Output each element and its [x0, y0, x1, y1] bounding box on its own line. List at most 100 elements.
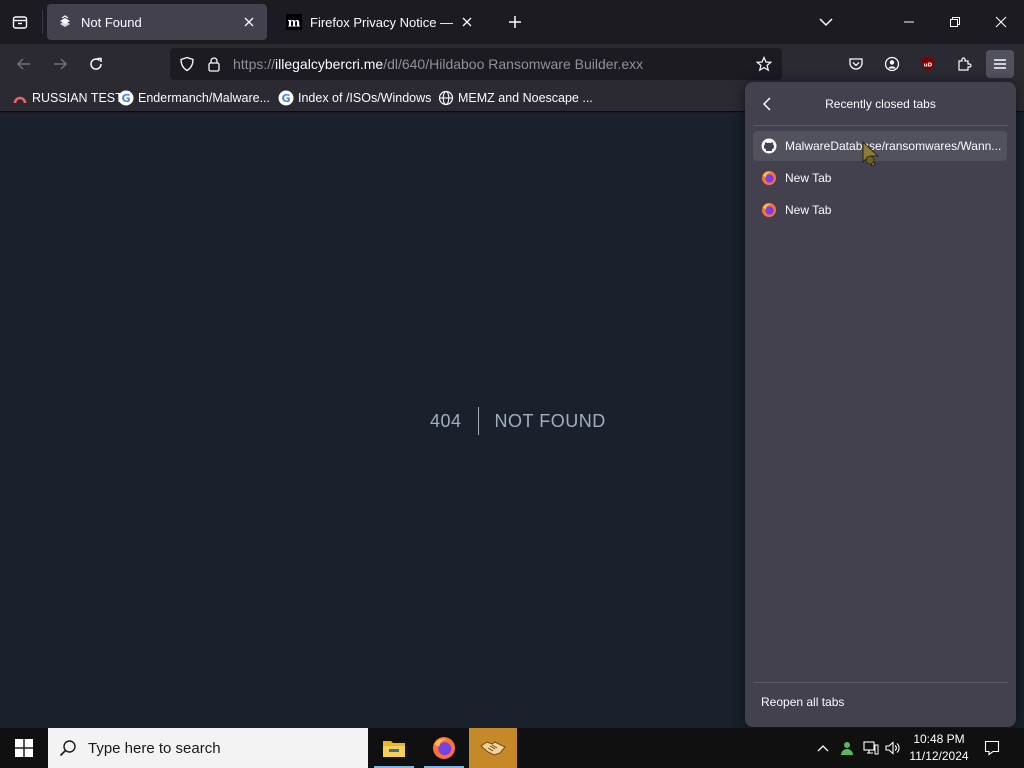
taskbar-search[interactable]: Type here to search [48, 728, 368, 768]
svg-text:uD: uD [924, 63, 933, 69]
close-tab-button[interactable] [241, 14, 257, 30]
error-code: 404 [430, 407, 479, 435]
clock-date: 11/12/2024 [909, 749, 969, 763]
tab-strip: Not Found m Firefox Privacy Notice — Moz… [0, 0, 1024, 44]
restore-button[interactable] [932, 0, 978, 44]
action-center-button[interactable] [980, 728, 1004, 768]
laptop-stack-icon [57, 14, 73, 30]
search-icon [58, 738, 78, 758]
google-icon: G [278, 90, 294, 106]
globe-icon [438, 90, 454, 106]
firefox-icon [761, 170, 777, 186]
bookmark-label: Index of /ISOs/Windows [298, 91, 432, 105]
arc-icon [12, 90, 28, 106]
tray-user-icon-button[interactable] [836, 728, 858, 768]
minimize-button[interactable] [886, 0, 932, 44]
close-icon [463, 17, 472, 27]
chevron-up-icon [817, 745, 829, 752]
screen: Not Found m Firefox Privacy Notice — Moz… [0, 0, 1024, 768]
recently-closed-tabs-panel: Recently closed tabs MalwareDatabase/ran… [745, 82, 1016, 727]
list-all-tabs-button[interactable] [812, 8, 840, 36]
bookmark-label: MEMZ and Noescape ... [458, 91, 593, 105]
bookmark-item[interactable]: G Endermanch/Malware... [118, 89, 270, 107]
svg-text:G: G [121, 92, 130, 105]
bookmark-label: Endermanch/Malware... [138, 91, 271, 105]
extensions-button[interactable] [950, 50, 978, 78]
network-button[interactable] [860, 728, 882, 768]
bookmark-item[interactable]: RUSSIAN TEST [12, 89, 123, 107]
close-icon [244, 17, 254, 27]
svg-text:m: m [288, 16, 301, 30]
star-icon[interactable] [756, 56, 772, 72]
new-tab-button[interactable] [502, 8, 528, 36]
tab-title: Not Found [81, 14, 142, 30]
svg-text:G: G [281, 92, 290, 105]
close-tab-button[interactable] [461, 14, 474, 30]
arrow-right-icon [54, 58, 68, 70]
chevron-down-icon [819, 18, 833, 27]
firefox-view-button[interactable] [6, 8, 34, 36]
taskbar-clock[interactable]: 10:48 PM 11/12/2024 [904, 731, 974, 765]
google-icon: G [118, 90, 134, 106]
url-text[interactable]: https://illegalcybercri.me/dl/640/Hildab… [233, 56, 643, 72]
minimize-icon [904, 21, 914, 23]
url-prefix: https:// [233, 56, 276, 72]
tab-privacy-notice[interactable]: m Firefox Privacy Notice — Mozill [276, 4, 484, 40]
recently-closed-item-label: New Tab [785, 203, 832, 217]
recently-closed-item[interactable]: New Tab [753, 195, 1007, 225]
mouse-cursor-icon [862, 140, 880, 167]
bookmark-item[interactable]: MEMZ and Noescape ... [438, 89, 593, 107]
pocket-icon [849, 58, 863, 70]
taskbar-handshake-app[interactable] [469, 728, 517, 768]
ublock-origin-icon: uD [921, 57, 935, 71]
address-bar[interactable]: https://illegalcybercri.me/dl/640/Hildab… [170, 48, 782, 80]
lock-icon[interactable] [206, 56, 222, 72]
account-button[interactable] [878, 50, 906, 78]
pocket-button[interactable] [842, 50, 870, 78]
reload-button[interactable] [82, 50, 110, 78]
github-icon [761, 138, 777, 154]
bookmark-item[interactable]: G Index of /ISOs/Windows [278, 89, 431, 107]
mozilla-m-icon: m [286, 14, 302, 30]
panel-separator [753, 682, 1008, 683]
app-menu-button[interactable] [986, 50, 1014, 78]
arrow-left-icon [16, 58, 30, 70]
folder-icon [383, 741, 405, 757]
tab-not-found[interactable]: Not Found [47, 4, 267, 40]
taskbar-firefox[interactable] [420, 728, 468, 768]
error-message: NOT FOUND [494, 410, 606, 431]
show-hidden-icons-button[interactable] [812, 728, 834, 768]
recently-closed-item-label: MalwareDatabase/ransomwares/Wann... [785, 139, 1002, 153]
tab-title: Firefox Privacy Notice — Mozill [310, 14, 457, 30]
bookmark-label: RUSSIAN TEST [32, 91, 123, 105]
hamburger-menu-icon [994, 59, 1006, 69]
windows-taskbar: Type here to search 10:48 PM 11/12/2024 [0, 728, 1024, 768]
url-host: illegalcybercri.me [275, 56, 384, 72]
taskbar-file-explorer[interactable] [370, 728, 418, 768]
tabstrip-divider [42, 10, 43, 34]
shield-icon[interactable] [179, 56, 195, 72]
network-icon [863, 741, 879, 755]
reload-icon [90, 57, 102, 70]
volume-button[interactable] [882, 728, 904, 768]
navigation-toolbar: https://illegalcybercri.me/dl/640/Hildab… [0, 44, 1024, 84]
window-close-button[interactable] [978, 0, 1024, 44]
start-button[interactable] [0, 728, 48, 768]
clock-time: 10:48 PM [913, 732, 965, 746]
panel-separator [753, 125, 1008, 126]
reopen-all-tabs-button[interactable]: Reopen all tabs [753, 687, 1007, 717]
search-placeholder: Type here to search [88, 739, 221, 757]
ublock-origin-button[interactable]: uD [914, 50, 942, 78]
firefox-icon [433, 737, 455, 759]
not-found-message: 404 NOT FOUND [430, 407, 606, 435]
notification-icon [984, 740, 1000, 756]
puzzle-icon [958, 57, 972, 71]
firefox-view-icon [12, 16, 28, 29]
forward-button[interactable] [46, 50, 74, 78]
restore-icon [950, 17, 960, 27]
recently-closed-item-label: New Tab [785, 171, 832, 185]
account-icon [884, 56, 900, 72]
firefox-icon [761, 202, 777, 218]
speaker-icon [885, 741, 900, 755]
back-button[interactable] [10, 50, 38, 78]
